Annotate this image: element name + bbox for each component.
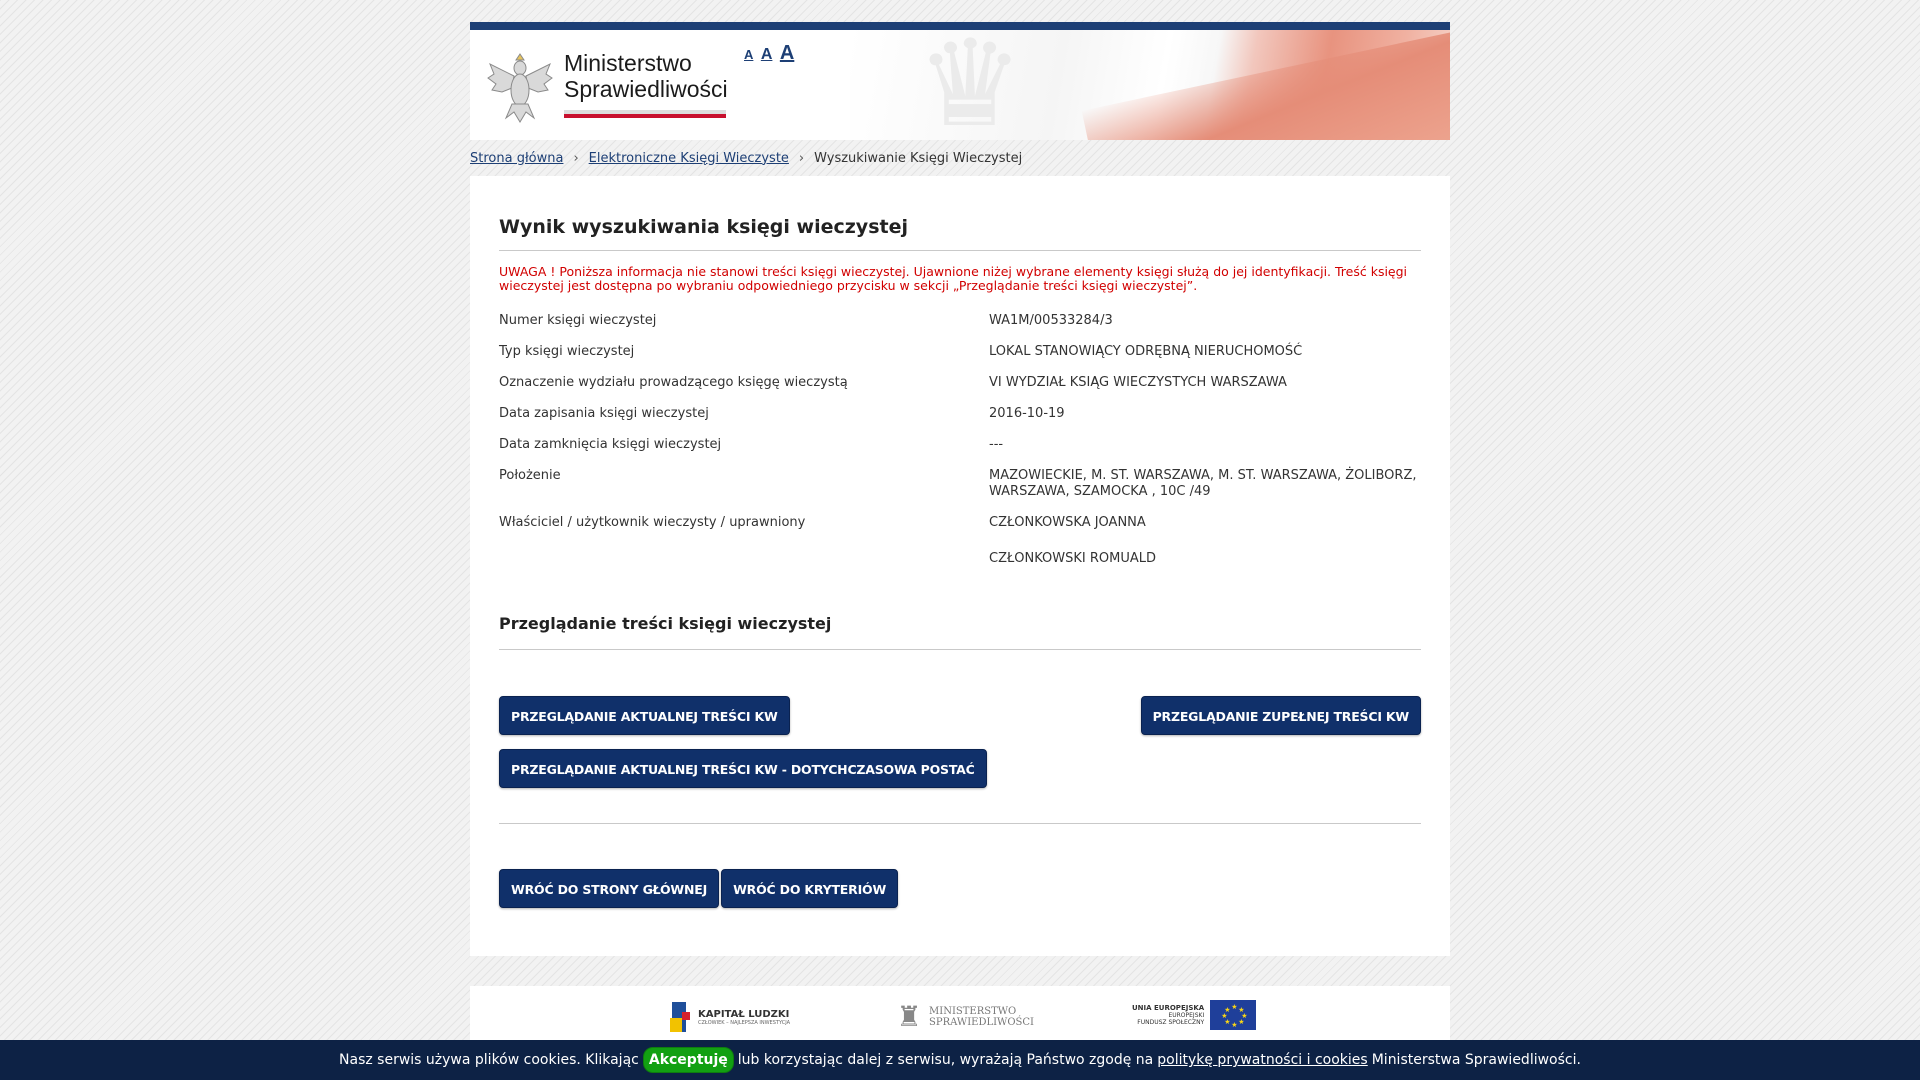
kapital-ludzki-icon [670, 1000, 692, 1034]
info-row-type: Typ księgi wieczystej LOKAL STANOWIĄCY O… [499, 336, 1421, 367]
font-size-medium-link[interactable]: A [761, 46, 773, 63]
info-label: Właściciel / użytkownik wieczysty / upra… [499, 515, 806, 530]
ministry-name-line2: Sprawiedliwości [564, 76, 728, 102]
back-to-criteria-button[interactable]: WRÓĆ DO KRYTERIÓW [721, 869, 899, 908]
chevron-right-icon: › [798, 150, 805, 166]
accept-cookies-button[interactable]: Akceptuję [642, 1047, 734, 1073]
browse-buttons-row: PRZEGLĄDANIE AKTUALNEJ TREŚCI KW PRZEGLĄ… [499, 696, 1421, 735]
info-value: WA1M/00533284/3 [989, 313, 1113, 328]
info-label: Typ księgi wieczystej [499, 344, 635, 359]
chevron-right-icon: › [573, 150, 579, 166]
info-row-owners: Właściciel / użytkownik wieczysty / upra… [499, 507, 1421, 574]
page-wrapper: ♛ Ministerstwo Sprawiedliwości A A A Str… [470, 22, 1450, 1046]
kapital-ludzki-logo: KAPITAŁ LUDZKI CZŁOWIEK – NAJLEPSZA INWE… [670, 1000, 790, 1034]
divider [499, 823, 1421, 824]
browse-buttons-row-2: PRZEGLĄDANIE AKTUALNEJ TREŚCI KW - DOTYC… [499, 749, 1421, 788]
info-row-location: Położenie MAZOWIECKIE, M. ST. WARSZAWA, … [499, 460, 1421, 507]
privacy-policy-link[interactable]: politykę prywatności i cookies [1157, 1052, 1367, 1068]
kl-subtitle: CZŁOWIEK – NAJLEPSZA INWESTYCJA [698, 1019, 791, 1026]
font-size-large-link[interactable]: A [780, 42, 794, 64]
browse-current-legacy-button[interactable]: PRZEGLĄDANIE AKTUALNEJ TREŚCI KW - DOTYC… [499, 749, 987, 788]
eagle-watermark-icon: ♛ [916, 30, 1024, 140]
owners-list: CZŁONKOWSKA JOANNA CZŁONKOWSKI ROMUALD [989, 515, 1421, 567]
breadcrumb: Strona główna › Elektroniczne Księgi Wie… [470, 140, 1450, 176]
cookie-consent-bar: Nasz serwis używa plików cookies. Klikaj… [0, 1040, 1920, 1080]
info-value: LOKAL STANOWIĄCY ODRĘBNĄ NIERUCHOMOŚĆ [989, 344, 1303, 359]
ms-footer-line2: SPRAWIEDLIWOŚCI [929, 1017, 1034, 1028]
info-value: --- [989, 437, 1004, 452]
eu-logo: UNIA EUROPEJSKA EUROPEJSKI FUNDUSZ SPOŁE… [1132, 1000, 1257, 1030]
info-label: Oznaczenie wydziału prowadzącego księgę … [499, 375, 848, 390]
font-size-small-link[interactable]: A [744, 47, 753, 62]
info-row-created-date: Data zapisania księgi wieczystej 2016-10… [499, 398, 1421, 429]
info-row-department: Oznaczenie wydziału prowadzącego księgę … [499, 367, 1421, 398]
cookie-text-after: Ministerstwa Sprawiedliwości. [1371, 1052, 1581, 1068]
eagle-icon: ♜ [896, 1000, 922, 1033]
flag-stripe-red [564, 114, 726, 118]
owner-name: CZŁONKOWSKA JOANNA [989, 515, 1146, 530]
info-value: 2016-10-19 [989, 406, 1065, 421]
eu-line3: FUNDUSZ SPOŁECZNY [1137, 1018, 1205, 1026]
owner-name: CZŁONKOWSKI ROMUALD [989, 551, 1157, 566]
polish-eagle-icon [487, 53, 553, 123]
kl-title: KAPITAŁ LUDZKI [698, 1008, 790, 1020]
breadcrumb-ekw-link[interactable]: Elektroniczne Księgi Wieczyste [589, 151, 789, 166]
browse-full-content-button[interactable]: PRZEGLĄDANIE ZUPEŁNEJ TREŚCI KW [1140, 696, 1421, 735]
breadcrumb-home-link[interactable]: Strona główna [470, 151, 563, 166]
register-info-table: Numer księgi wieczystej WA1M/00533284/3 … [499, 305, 1421, 574]
browse-current-content-button[interactable]: PRZEGLĄDANIE AKTUALNEJ TREŚCI KW [499, 696, 790, 735]
font-size-switcher: A A A [744, 42, 797, 65]
top-accent-bar [470, 22, 1450, 30]
eu-line1: UNIA EUROPEJSKA [1132, 1003, 1205, 1012]
ministry-name-line1: Ministerstwo [564, 50, 692, 76]
eu-flag-icon: ★ ★ ★ ★ ★ ★ ★ ★ [1210, 1000, 1257, 1030]
info-row-closed-date: Data zamknięcia księgi wieczystej --- [499, 429, 1421, 460]
back-to-home-button[interactable]: WRÓĆ DO STRONY GŁÓWNEJ [499, 869, 720, 908]
info-label: Numer księgi wieczystej [499, 313, 657, 328]
cookie-text-middle: lub korzystając dalej z serwisu, wyrażaj… [737, 1052, 1154, 1068]
info-label: Data zamknięcia księgi wieczystej [499, 437, 722, 452]
warning-notice: UWAGA ! Poniższa informacja nie stanowi … [499, 264, 1408, 293]
ms-footer-line1: MINISTERSTWO [929, 1006, 1017, 1017]
eu-line2: EUROPEJSKI [1168, 1011, 1205, 1019]
navigation-buttons-row: WRÓĆ DO STRONY GŁÓWNEJ WRÓĆ DO KRYTERIÓW [499, 869, 1421, 908]
breadcrumb-current: Wyszukiwanie Księgi Wieczystej [814, 150, 1023, 166]
info-label: Data zapisania księgi wieczystej [499, 406, 709, 421]
site-header: ♛ Ministerstwo Sprawiedliwości A A A [470, 30, 1450, 140]
browse-section-title: Przeglądanie treści księgi wieczystej [499, 614, 1421, 650]
info-row-number: Numer księgi wieczystej WA1M/00533284/3 [499, 305, 1421, 336]
info-label: Położenie [499, 468, 561, 483]
info-value: VI WYDZIAŁ KSIĄG WIECZYSTYCH WARSZAWA [989, 375, 1287, 390]
page-title: Wynik wyszukiwania księgi wieczystej [499, 216, 1421, 251]
ministry-logo[interactable]: Ministerstwo Sprawiedliwości [484, 46, 728, 124]
ministry-footer-logo: ♜ MINISTERSTWO SPRAWIEDLIWOŚCI [893, 1000, 1034, 1034]
result-panel: Wynik wyszukiwania księgi wieczystej UWA… [470, 176, 1450, 956]
info-value: MAZOWIECKIE, M. ST. WARSZAWA, M. ST. WAR… [989, 468, 1417, 499]
cookie-text-before: Nasz serwis używa plików cookies. Klikaj… [339, 1052, 639, 1068]
footer-logos: KAPITAŁ LUDZKI CZŁOWIEK – NAJLEPSZA INWE… [470, 986, 1450, 1046]
